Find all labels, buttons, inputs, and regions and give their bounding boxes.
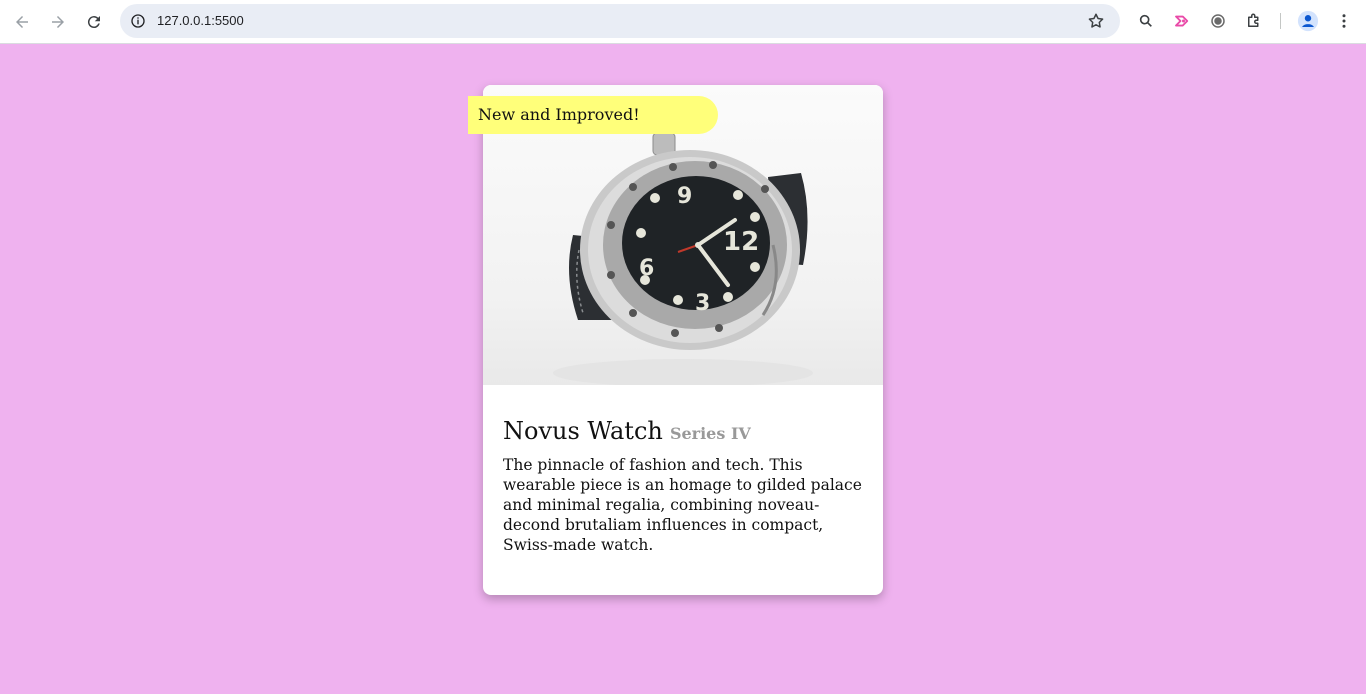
reload-icon bbox=[87, 16, 100, 29]
product-title: Novus Watch bbox=[503, 417, 663, 445]
new-badge: New and Improved! bbox=[468, 96, 718, 134]
svg-text:3: 3 bbox=[695, 291, 710, 316]
back-button[interactable] bbox=[8, 8, 36, 36]
arrow-right-icon bbox=[52, 16, 64, 28]
card-body: Novus Watch Series IV The pinnacle of fa… bbox=[503, 417, 863, 555]
browser-toolbar: 127.0.0.1:5500 bbox=[0, 0, 1366, 44]
svg-text:12: 12 bbox=[723, 227, 759, 257]
title-row: Novus Watch Series IV bbox=[503, 417, 863, 445]
url-text[interactable]: 127.0.0.1:5500 bbox=[157, 13, 244, 28]
site-info-icon[interactable] bbox=[128, 11, 148, 31]
profile-avatar-icon[interactable] bbox=[1296, 9, 1320, 33]
bookmark-star-icon[interactable] bbox=[1086, 11, 1106, 31]
product-card: 12 9 6 3 Novus Watch Series IV The pinna… bbox=[483, 85, 883, 595]
forward-button[interactable] bbox=[44, 8, 72, 36]
copyright-extension-icon[interactable] bbox=[1206, 9, 1230, 33]
svg-text:9: 9 bbox=[677, 184, 692, 209]
arrow-left-icon bbox=[16, 16, 28, 28]
extensions-puzzle-icon[interactable] bbox=[1242, 9, 1266, 33]
extension-arrow-icon[interactable] bbox=[1170, 9, 1194, 33]
toolbar-divider bbox=[1280, 13, 1281, 29]
more-menu-icon[interactable] bbox=[1332, 9, 1356, 33]
address-bar[interactable]: 127.0.0.1:5500 bbox=[120, 4, 1120, 38]
search-icon[interactable] bbox=[1134, 9, 1158, 33]
svg-text:6: 6 bbox=[639, 256, 654, 281]
product-description: The pinnacle of fashion and tech. This w… bbox=[503, 456, 862, 554]
product-series: Series IV bbox=[669, 424, 751, 443]
reload-button[interactable] bbox=[80, 8, 108, 36]
